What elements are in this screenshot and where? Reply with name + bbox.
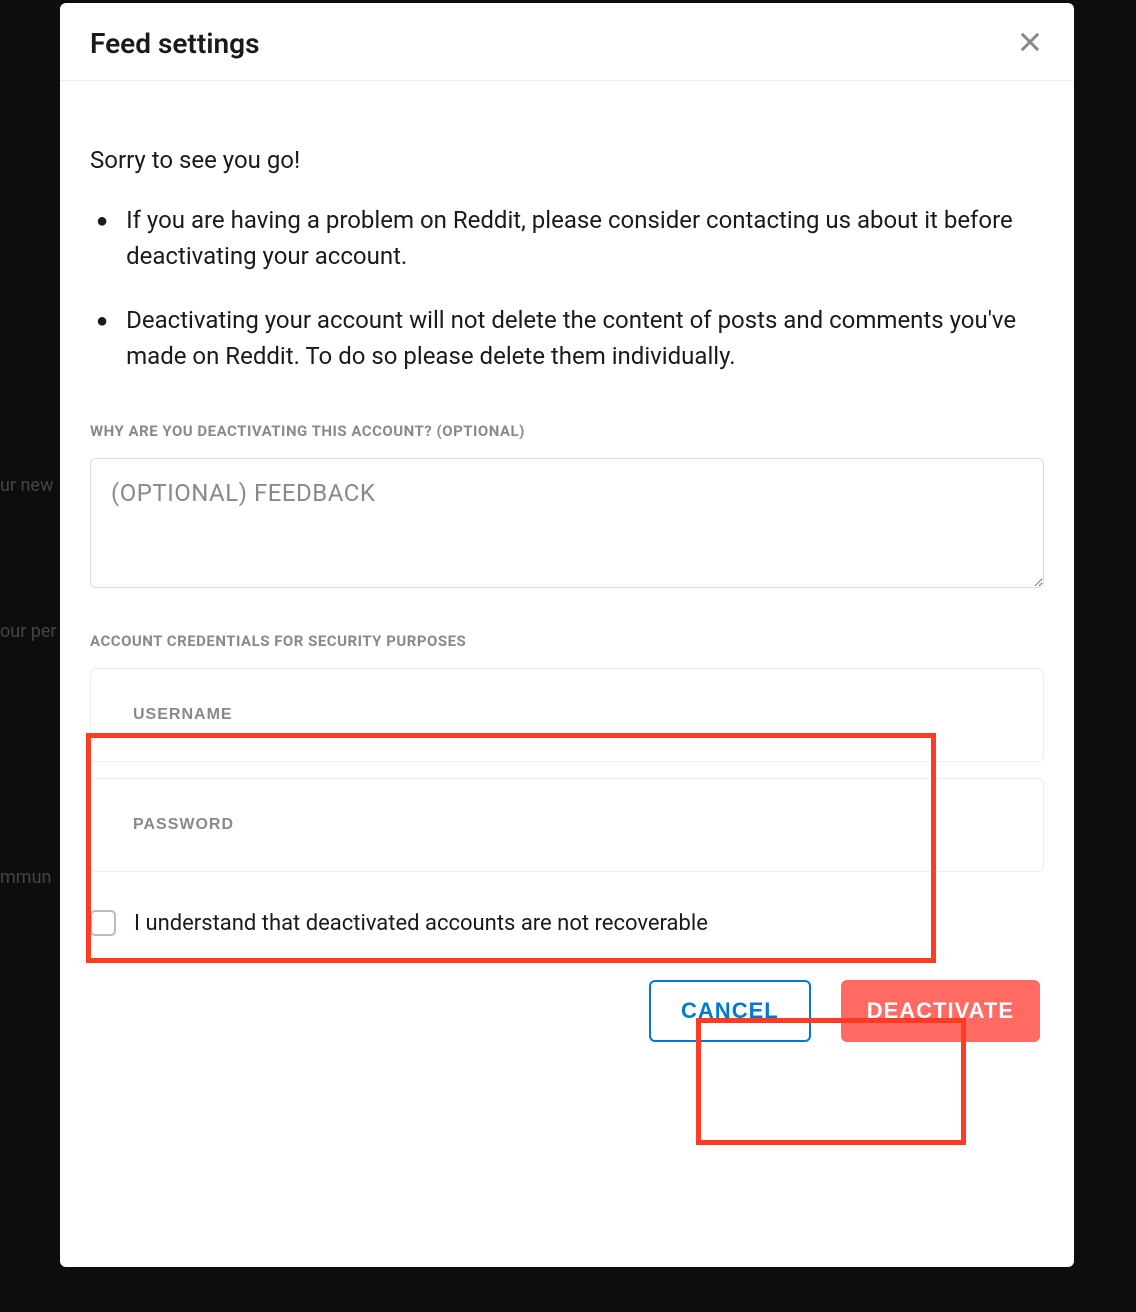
feed-settings-modal: Feed settings Sorry to see you go! ● If …: [60, 3, 1074, 1267]
feedback-textarea[interactable]: [90, 458, 1044, 588]
password-input[interactable]: [90, 778, 1044, 872]
close-button[interactable]: [1016, 28, 1044, 59]
info-bullet-item: ● If you are having a problem on Reddit,…: [90, 202, 1044, 274]
bullet-text: If you are having a problem on Reddit, p…: [126, 202, 1044, 274]
acknowledge-label: I understand that deactivated accounts a…: [134, 911, 708, 936]
modal-title: Feed settings: [90, 27, 259, 60]
bullet-icon: ●: [96, 202, 108, 238]
modal-header: Feed settings: [60, 3, 1074, 81]
button-row: CANCEL DEACTIVATE: [90, 980, 1044, 1042]
cancel-button[interactable]: CANCEL: [649, 980, 811, 1042]
intro-text: Sorry to see you go!: [90, 146, 1044, 174]
acknowledge-checkbox[interactable]: [90, 910, 116, 936]
bullet-icon: ●: [96, 302, 108, 338]
credentials-label: ACCOUNT CREDENTIALS FOR SECURITY PURPOSE…: [90, 632, 1044, 650]
acknowledge-checkbox-row: I understand that deactivated accounts a…: [90, 910, 1044, 936]
modal-body: Sorry to see you go! ● If you are having…: [60, 81, 1074, 1267]
bullet-text: Deactivating your account will not delet…: [126, 302, 1044, 374]
credentials-group: [90, 668, 1044, 888]
deactivate-button[interactable]: DEACTIVATE: [841, 980, 1040, 1042]
close-icon: [1016, 28, 1044, 59]
info-bullet-list: ● If you are having a problem on Reddit,…: [90, 202, 1044, 374]
feedback-label: WHY ARE YOU DEACTIVATING THIS ACCOUNT? (…: [90, 422, 1044, 440]
info-bullet-item: ● Deactivating your account will not del…: [90, 302, 1044, 374]
username-input[interactable]: [90, 668, 1044, 762]
